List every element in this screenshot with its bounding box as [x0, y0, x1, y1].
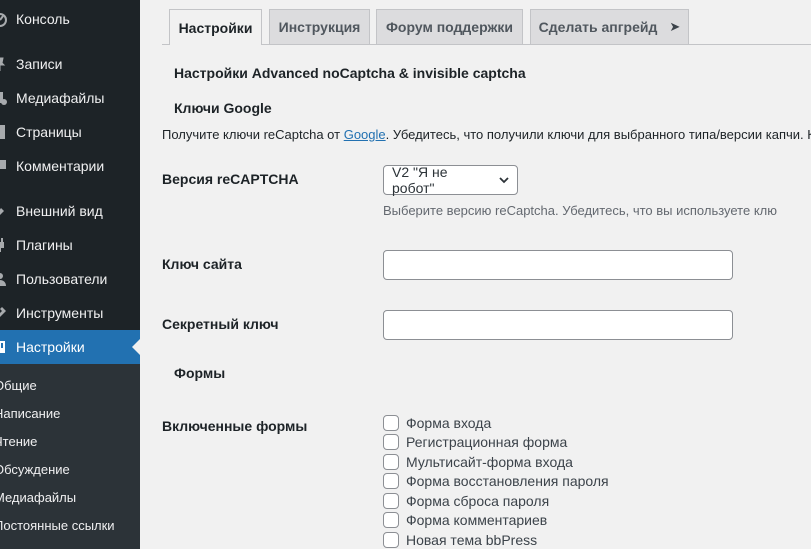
pin-icon — [0, 54, 10, 74]
keys-desc-before: Получите ключи reCaptcha от — [162, 127, 344, 142]
settings-icon — [0, 337, 10, 357]
sidebar-item-label: Консоль — [16, 11, 70, 27]
form-option-registration[interactable]: Регистрационная форма — [383, 433, 567, 451]
checkbox[interactable] — [383, 512, 399, 528]
tab-instructions[interactable]: Инструкция — [269, 9, 370, 44]
version-select-value: V2 "Я не робот" — [392, 164, 448, 196]
checkbox-label: Форма комментариев — [406, 512, 548, 528]
main-content: Настройки Инструкция Форум поддержки Сде… — [140, 0, 811, 549]
enabled-forms-label: Включенные формы — [162, 418, 308, 434]
keys-description: Получите ключи reCaptcha от Google. Убед… — [162, 127, 811, 142]
tab-upgrade-label: Сделать апгрейд — [538, 19, 658, 35]
checkbox[interactable] — [383, 493, 399, 509]
chevron-down-icon — [499, 175, 509, 185]
checkbox[interactable] — [383, 454, 399, 470]
submenu-item-writing[interactable]: Написание — [0, 401, 60, 425]
plugin-icon — [0, 235, 10, 255]
checkbox-label: Форма входа — [406, 415, 492, 431]
version-select[interactable]: V2 "Я не робот" — [383, 164, 518, 196]
site-key-input[interactable] — [383, 250, 733, 280]
sidebar-item-dashboard[interactable]: Консоль — [0, 2, 140, 36]
page-icon — [0, 122, 10, 142]
tab-support-forum[interactable]: Форум поддержки — [376, 9, 523, 44]
secret-key-input[interactable] — [383, 310, 733, 340]
version-description: Выберите версию reCaptcha. Убедитесь, чт… — [383, 203, 778, 218]
users-icon — [0, 269, 10, 289]
tab-upgrade[interactable]: Сделать апгрейд ➤ — [530, 9, 689, 44]
checkbox[interactable] — [383, 473, 399, 489]
settings-submenu: Общие Написание Чтение Обсуждение Медиаф… — [0, 364, 140, 549]
checkbox-label: Мультисайт-форма входа — [406, 454, 573, 470]
forms-heading: Формы — [174, 365, 226, 381]
sidebar-item-label: Медиафайлы — [16, 90, 105, 106]
sidebar-item-appearance[interactable]: Внешний вид — [0, 194, 140, 228]
form-option-multisite-login[interactable]: Мультисайт-форма входа — [383, 453, 573, 471]
sidebar-item-label: Записи — [16, 56, 63, 72]
arrow-right-icon: ➤ — [669, 19, 681, 34]
form-option-login[interactable]: Форма входа — [383, 414, 491, 432]
sidebar-item-media[interactable]: Медиафайлы — [0, 81, 140, 115]
sidebar-item-label: Пользователи — [16, 271, 108, 287]
submenu-item-general[interactable]: Общие — [0, 373, 37, 397]
version-label: Версия reCAPTCHA — [162, 171, 299, 187]
sidebar-item-settings[interactable]: Настройки — [0, 330, 140, 364]
checkbox[interactable] — [383, 532, 399, 548]
dashboard-icon — [0, 9, 10, 29]
sidebar-item-label: Комментарии — [16, 158, 105, 174]
media-icon — [0, 88, 10, 108]
checkbox-label: Форма восстановления пароля — [406, 473, 609, 489]
google-link[interactable]: Google — [344, 127, 386, 142]
submenu-item-reading[interactable]: Чтение — [0, 429, 37, 453]
submenu-item-media[interactable]: Медиафайлы — [0, 485, 76, 509]
form-option-lost-password[interactable]: Форма восстановления пароля — [383, 472, 609, 490]
tools-icon — [0, 303, 10, 323]
form-option-comments[interactable]: Форма комментариев — [383, 511, 547, 529]
checkbox[interactable] — [383, 434, 399, 450]
sidebar-item-comments[interactable]: Комментарии — [0, 149, 140, 183]
sidebar-item-users[interactable]: Пользователи — [0, 262, 140, 296]
submenu-item-permalinks[interactable]: Постоянные ссылки — [0, 513, 115, 537]
form-option-bbpress-topic[interactable]: Новая тема bbPress — [383, 531, 537, 549]
sidebar-item-label: Страницы — [16, 124, 82, 140]
sidebar-item-tools[interactable]: Инструменты — [0, 296, 140, 330]
sidebar-item-label: Инструменты — [16, 305, 104, 321]
submenu-item-discussion[interactable]: Обсуждение — [0, 457, 70, 481]
comment-icon — [0, 156, 10, 176]
checkbox-label: Регистрационная форма — [406, 434, 568, 450]
appearance-icon — [0, 201, 10, 221]
sidebar-item-posts[interactable]: Записи — [0, 47, 140, 81]
tab-settings[interactable]: Настройки — [169, 9, 262, 45]
secret-key-label: Секретный ключ — [162, 316, 279, 332]
admin-sidebar: Консоль Записи Медиафайлы Страницы Комме… — [0, 0, 140, 549]
checkbox-label: Форма сброса пароля — [406, 493, 550, 509]
site-key-label: Ключ сайта — [162, 256, 242, 272]
section-title: Настройки Advanced noCaptcha & invisible… — [174, 65, 526, 81]
sidebar-item-pages[interactable]: Страницы — [0, 115, 140, 149]
sidebar-item-plugins[interactable]: Плагины — [0, 228, 140, 262]
form-option-reset-password[interactable]: Форма сброса пароля — [383, 492, 549, 510]
checkbox-label: Новая тема bbPress — [406, 532, 538, 548]
sidebar-item-label: Настройки — [16, 339, 85, 355]
keys-heading: Ключи Google — [174, 100, 272, 116]
sidebar-item-label: Плагины — [16, 237, 73, 253]
keys-desc-after: . Убедитесь, что получили ключи для выбр… — [385, 127, 811, 142]
sidebar-item-label: Внешний вид — [16, 203, 103, 219]
checkbox[interactable] — [383, 415, 399, 431]
